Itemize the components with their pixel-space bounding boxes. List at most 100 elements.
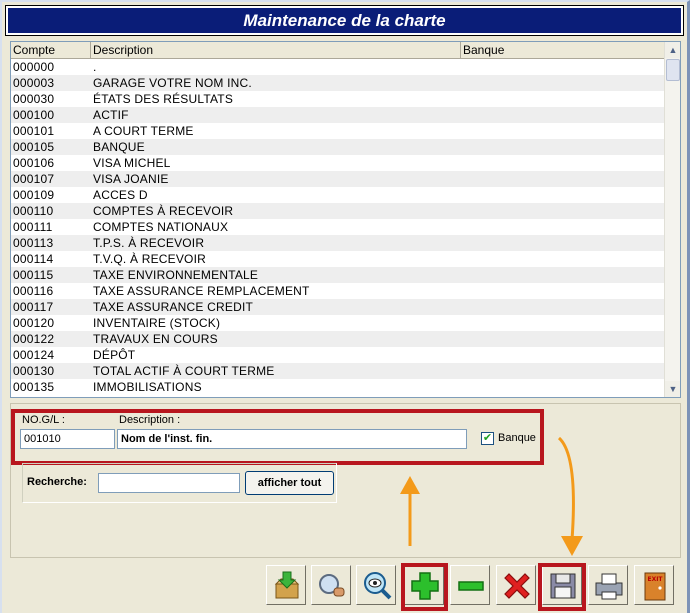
cell-description: BANQUE bbox=[93, 140, 145, 154]
cell-description: ÉTATS DES RÉSULTATS bbox=[93, 92, 234, 106]
table-row[interactable]: 000124 DÉPÔT bbox=[11, 347, 665, 363]
table-row[interactable]: 000113 T.P.S. À RECEVOIR bbox=[11, 235, 665, 251]
table-row[interactable]: 000003 GARAGE VOTRE NOM INC. bbox=[11, 75, 665, 91]
cell-description: . bbox=[93, 60, 97, 74]
highlight-add-button bbox=[401, 563, 448, 611]
table-row[interactable]: 000106 VISA MICHEL bbox=[11, 155, 665, 171]
column-header-banque[interactable]: Banque bbox=[461, 42, 665, 58]
magnifier-hand-icon bbox=[319, 574, 345, 597]
table-row[interactable]: 000117 TAXE ASSURANCE CREDIT bbox=[11, 299, 665, 315]
cell-compte: 000109 bbox=[13, 188, 55, 202]
cell-description: GARAGE VOTRE NOM INC. bbox=[93, 76, 252, 90]
gl-number-label: NO.G/L : bbox=[22, 414, 65, 426]
cell-compte: 000030 bbox=[13, 92, 55, 106]
cell-description: TAXE ASSURANCE REMPLACEMENT bbox=[93, 284, 310, 298]
table-row[interactable]: 000111 COMPTES NATIONAUX bbox=[11, 219, 665, 235]
table-row[interactable]: 000100 ACTIF bbox=[11, 107, 665, 123]
chart-of-accounts-list[interactable]: Compte Description Banque 000000. 000003 G… bbox=[10, 41, 681, 398]
table-row[interactable]: 000030 ÉTATS DES RÉSULTATS bbox=[11, 91, 665, 107]
search-person-button[interactable] bbox=[311, 565, 351, 605]
cell-compte: 000135 bbox=[13, 380, 55, 394]
cell-compte: 000114 bbox=[13, 252, 54, 266]
scroll-down-icon[interactable]: ▼ bbox=[665, 381, 680, 397]
table-row[interactable]: 000107 VISA JOANIE bbox=[11, 171, 665, 187]
cell-compte: 000122 bbox=[13, 332, 55, 346]
cell-compte: 000124 bbox=[13, 348, 55, 362]
table-row[interactable]: 000116 TAXE ASSURANCE REMPLACEMENT bbox=[11, 283, 665, 299]
cell-compte: 000113 bbox=[13, 236, 54, 250]
cell-compte: 000106 bbox=[13, 156, 55, 170]
table-row[interactable]: 000135 IMMOBILISATIONS bbox=[11, 379, 665, 395]
table-row[interactable]: 000109 ACCES D bbox=[11, 187, 665, 203]
scroll-up-icon[interactable]: ▲ bbox=[665, 42, 680, 58]
cell-compte: 000000 bbox=[13, 60, 55, 74]
eye-magnifier-icon bbox=[364, 572, 392, 600]
cell-description: TAXE ENVIRONNEMENTALE bbox=[93, 268, 259, 282]
table-row[interactable]: 000115 TAXE ENVIRONNEMENTALE bbox=[11, 267, 665, 283]
scroll-thumb[interactable] bbox=[666, 59, 680, 81]
cell-description: INVENTAIRE (STOCK) bbox=[93, 316, 221, 330]
show-all-button[interactable]: afficher tout bbox=[245, 471, 334, 495]
vertical-scrollbar[interactable]: ▲ ▼ bbox=[664, 42, 680, 397]
cell-compte: 000115 bbox=[13, 268, 54, 282]
red-x-icon bbox=[504, 573, 530, 599]
column-header-description[interactable]: Description bbox=[91, 42, 461, 58]
list-rows: 000000. 000003 GARAGE VOTRE NOM INC. 000030… bbox=[11, 59, 665, 395]
table-row[interactable]: 000122 TRAVAUX EN COURS bbox=[11, 331, 665, 347]
cell-compte: 000110 bbox=[13, 204, 54, 218]
table-row[interactable]: 000120 INVENTAIRE (STOCK) bbox=[11, 315, 665, 331]
cell-compte: 000003 bbox=[13, 76, 55, 90]
cell-compte: 000111 bbox=[13, 220, 53, 234]
main-window: Maintenance de la charte Compte Descript… bbox=[0, 0, 690, 613]
cell-compte: 000117 bbox=[13, 300, 54, 314]
cell-compte: 000105 bbox=[13, 140, 55, 154]
cell-description: DÉPÔT bbox=[93, 348, 136, 362]
printer-icon bbox=[595, 573, 623, 600]
cell-description: TOTAL ACTIF À COURT TERME bbox=[93, 364, 275, 378]
cell-description: COMPTES À RECEVOIR bbox=[93, 204, 234, 218]
bottom-toolbar: EXIT bbox=[0, 565, 690, 613]
print-button[interactable] bbox=[588, 565, 628, 605]
search-input[interactable] bbox=[98, 473, 240, 493]
table-row[interactable]: 000130 TOTAL ACTIF À COURT TERME bbox=[11, 363, 665, 379]
bank-checkbox-label: Banque bbox=[498, 432, 536, 444]
table-row[interactable]: 000114 T.V.Q. À RECEVOIR bbox=[11, 251, 665, 267]
delete-button[interactable] bbox=[496, 565, 536, 605]
cell-description: VISA MICHEL bbox=[93, 156, 171, 170]
cell-compte: 000120 bbox=[13, 316, 55, 330]
cell-compte: 000100 bbox=[13, 108, 55, 122]
cell-description: ACTIF bbox=[93, 108, 129, 122]
view-button[interactable] bbox=[356, 565, 396, 605]
cell-description: ACCES D bbox=[93, 188, 148, 202]
table-row[interactable]: 000000. bbox=[11, 59, 665, 75]
search-label: Recherche: bbox=[27, 476, 87, 488]
exit-door-icon: EXIT bbox=[644, 572, 666, 601]
import-box-icon bbox=[274, 571, 300, 599]
list-header: Compte Description Banque bbox=[11, 42, 665, 59]
cell-compte: 000107 bbox=[13, 172, 55, 186]
cell-description: T.V.Q. À RECEVOIR bbox=[93, 252, 206, 266]
cell-description: TAXE ASSURANCE CREDIT bbox=[93, 300, 254, 314]
cell-description: T.P.S. À RECEVOIR bbox=[93, 236, 205, 250]
table-row[interactable]: 000110 COMPTES À RECEVOIR bbox=[11, 203, 665, 219]
exit-button[interactable]: EXIT bbox=[634, 565, 674, 605]
cell-description: VISA JOANIE bbox=[93, 172, 169, 186]
highlight-save-button bbox=[538, 563, 586, 611]
import-button[interactable] bbox=[266, 565, 306, 605]
column-header-compte[interactable]: Compte bbox=[11, 42, 91, 58]
cell-description: IMMOBILISATIONS bbox=[93, 380, 202, 394]
description-field[interactable]: Nom de l'inst. fin. bbox=[117, 429, 467, 449]
cell-description: A COURT TERME bbox=[93, 124, 194, 138]
minus-icon bbox=[458, 581, 484, 591]
cell-compte: 000116 bbox=[13, 284, 54, 298]
description-label: Description : bbox=[119, 414, 181, 426]
bank-checkbox[interactable]: ✔ bbox=[481, 432, 494, 445]
table-row[interactable]: 000101 A COURT TERME bbox=[11, 123, 665, 139]
cell-description: TRAVAUX EN COURS bbox=[93, 332, 218, 346]
cell-compte: 000101 bbox=[13, 124, 55, 138]
table-row[interactable]: 000105 BANQUE bbox=[11, 139, 665, 155]
gl-number-field[interactable]: 001010 bbox=[20, 429, 115, 449]
remove-button[interactable] bbox=[450, 565, 490, 605]
window-title: Maintenance de la charte bbox=[5, 5, 684, 36]
cell-compte: 000130 bbox=[13, 364, 55, 378]
